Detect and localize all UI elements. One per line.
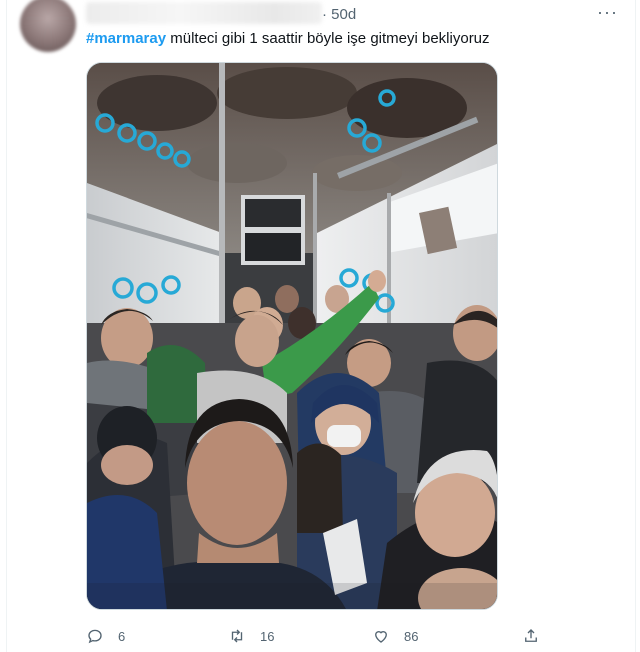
reply-icon — [88, 629, 102, 644]
tweet-body: mülteci gibi 1 saattir böyle işe gitmeyi… — [166, 30, 490, 47]
tweet-actions: 6 16 86 — [86, 622, 556, 650]
more-icon[interactable]: ··· — [597, 2, 618, 23]
tweet-time[interactable]: · 50d — [322, 6, 356, 23]
tweet-text: #marmaray mülteci gibi 1 saattir böyle i… — [86, 29, 490, 49]
hashtag-link[interactable]: #marmaray — [86, 30, 166, 47]
share-icon — [525, 629, 537, 642]
timeline-border — [635, 0, 636, 652]
tweet-photo[interactable] — [86, 62, 498, 610]
share-button[interactable] — [522, 622, 540, 650]
timeline-border — [6, 0, 7, 652]
retweet-button[interactable]: 16 — [228, 622, 274, 650]
retweet-icon — [231, 629, 243, 643]
like-icon — [375, 631, 387, 643]
avatar[interactable] — [20, 0, 76, 52]
like-count: 86 — [404, 628, 419, 644]
crowded-train-photo — [87, 63, 497, 609]
reply-count: 6 — [118, 628, 126, 644]
retweet-count: 16 — [260, 628, 275, 644]
reply-button[interactable]: 6 — [86, 622, 125, 650]
tweet[interactable]: · 50d ··· #marmaray mülteci gibi 1 saatt… — [0, 0, 640, 652]
like-button[interactable]: 86 — [372, 622, 418, 650]
author-name-redacted[interactable] — [86, 2, 322, 24]
